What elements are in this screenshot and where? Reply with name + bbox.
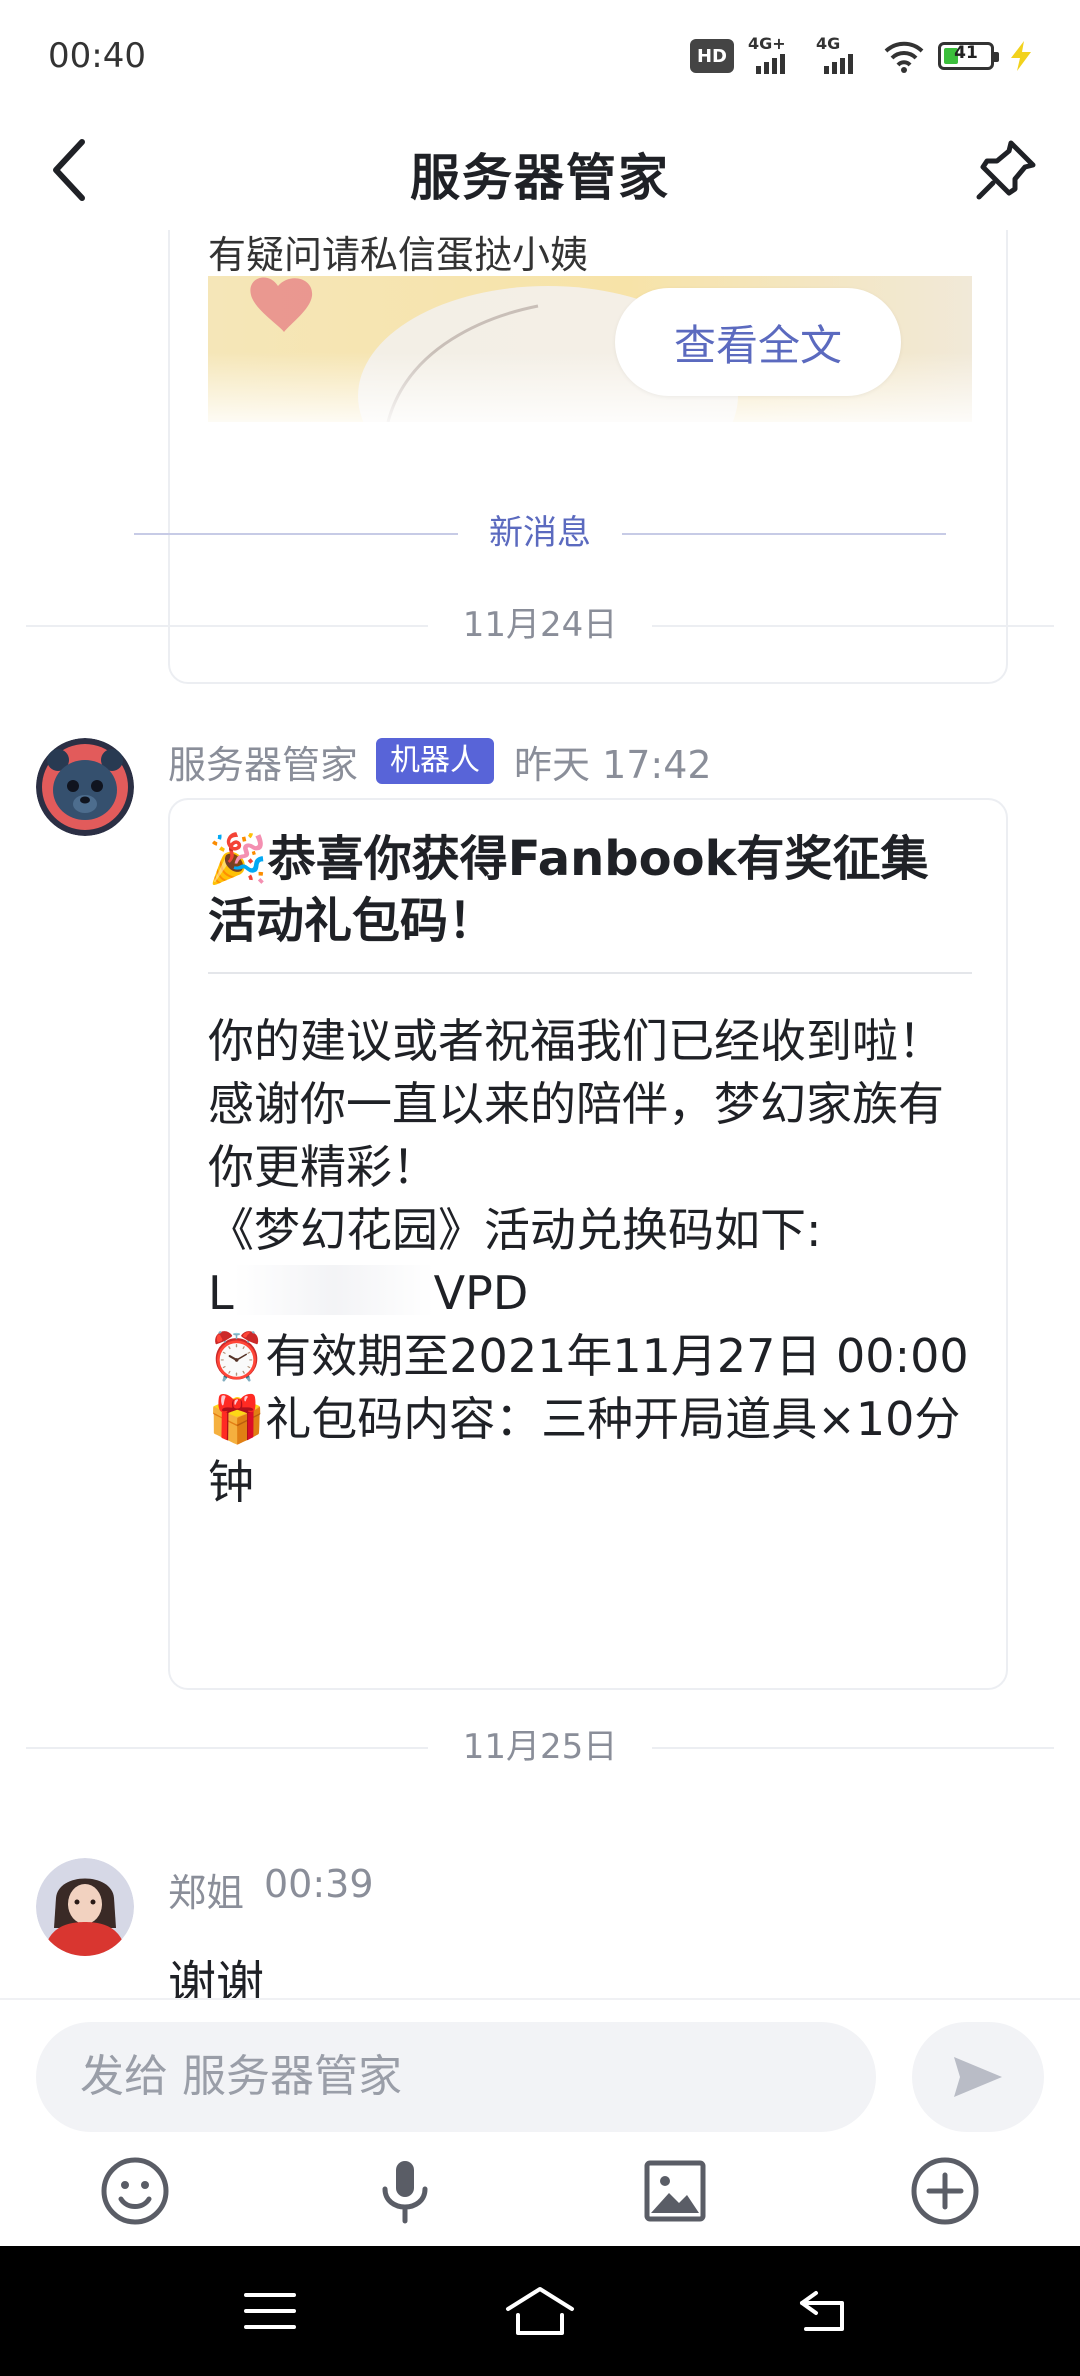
battery-icon: 41 [938, 42, 999, 70]
bot-message-card[interactable]: 🎉恭喜你获得Fanbook有奖征集活动礼包码！ 你的建议或者祝福我们已经收到啦！… [168, 798, 1008, 1690]
gift-line: 🎁礼包码内容：三种开局道具×10分钟 [208, 1388, 978, 1514]
card-title: 🎉恭喜你获得Fanbook有奖征集活动礼包码！ [208, 828, 968, 952]
bear-avatar-icon [36, 738, 134, 836]
pin-button[interactable] [966, 130, 1046, 210]
alarm-clock-icon: ⏰ [208, 1329, 266, 1383]
status-time: 00:40 [48, 36, 146, 76]
user-message-text[interactable]: 谢谢 [168, 1944, 264, 1998]
network-type-label-2: 4G [816, 34, 841, 53]
network-type-label: 4G+ [748, 34, 786, 53]
image-button[interactable] [634, 2150, 716, 2232]
view-full-text-button[interactable]: 查看全文 [615, 288, 901, 396]
bot-avatar[interactable] [36, 738, 134, 836]
signal-icon-2: 4G [816, 34, 870, 74]
card-body: 你的建议或者祝福我们已经收到啦！ 感谢你一直以来的陪伴，梦幻家族有你更精彩！ 《… [208, 1010, 978, 1514]
gift-text: 礼包码内容：三种开局道具×10分钟 [208, 1392, 961, 1509]
sender-name[interactable]: 服务器管家 [168, 734, 358, 789]
card-divider [208, 972, 972, 974]
back-nav-button[interactable] [784, 2271, 864, 2351]
plus-circle-icon [911, 2157, 979, 2225]
status-bar: 00:40 HD 4G+ 4G 41 [0, 0, 1080, 110]
expiry-line: ⏰有效期至2021年11月27日 00:00 [208, 1325, 978, 1388]
charging-icon [1011, 41, 1031, 71]
body-line: 《梦幻花园》活动兑换码如下: [208, 1203, 822, 1257]
status-icons: HD 4G+ 4G 41 [690, 34, 1034, 76]
return-icon [800, 2291, 844, 2331]
signal-icon: 4G+ [748, 34, 802, 74]
date-divider: 11月25日 [0, 1722, 1080, 1772]
card-title-text: 恭喜你获得Fanbook有奖征集活动礼包码！ [208, 831, 929, 949]
expiry-text: 有效期至2021年11月27日 00:00 [265, 1329, 969, 1383]
image-icon [644, 2160, 706, 2222]
pin-icon [976, 140, 1036, 200]
code-redacted [233, 1265, 434, 1315]
smile-icon [101, 2157, 169, 2225]
home-nav-button[interactable] [500, 2271, 580, 2351]
voice-button[interactable] [364, 2150, 446, 2232]
battery-level: 41 [954, 43, 978, 63]
chat-messages[interactable]: 有疑问请私信蛋挞小姨 查看全文 新消息 11月24日 服务器管家 机器人 昨天 … [0, 230, 1080, 1998]
chat-header: 服务器管家 [0, 110, 1080, 230]
user-photo [36, 1858, 134, 1956]
microphone-icon [382, 2161, 428, 2224]
emoji-button[interactable] [94, 2150, 176, 2232]
input-toolbar [0, 2150, 1080, 2232]
date-divider: 11月24日 [0, 600, 1080, 650]
user-avatar[interactable] [36, 1858, 134, 1956]
previous-message-text: 有疑问请私信蛋挞小姨 [208, 233, 589, 277]
system-nav-bar [0, 2246, 1080, 2376]
more-button[interactable] [904, 2150, 986, 2232]
menu-icon [244, 2293, 296, 2329]
message-time: 00:39 [264, 1862, 374, 1906]
send-button[interactable] [912, 2022, 1044, 2132]
input-area: 发给 服务器管家 [0, 1998, 1080, 2246]
code-prefix: L [208, 1266, 234, 1320]
code-suffix: VPD [433, 1266, 529, 1320]
gift-icon: 🎁 [208, 1392, 266, 1446]
wifi-icon [884, 41, 924, 73]
body-line: 你的建议或者祝福我们已经收到啦！ [208, 1014, 944, 1068]
body-line: 感谢你一直以来的陪伴，梦幻家族有你更精彩！ [208, 1077, 944, 1194]
party-popper-icon: 🎉 [208, 831, 268, 887]
send-icon [954, 2057, 1002, 2097]
page-title: 服务器管家 [410, 149, 670, 207]
sender-name[interactable]: 郑姐 [168, 1862, 244, 1917]
home-icon [506, 2287, 574, 2335]
hd-icon: HD [690, 39, 734, 73]
bot-badge: 机器人 [376, 738, 494, 784]
redeem-code[interactable]: L VPD [208, 1262, 978, 1325]
menu-nav-button[interactable] [230, 2271, 310, 2351]
message-time: 昨天 17:42 [514, 743, 712, 787]
new-messages-divider: 新消息 [0, 508, 1080, 558]
message-input[interactable]: 发给 服务器管家 [36, 2022, 876, 2132]
